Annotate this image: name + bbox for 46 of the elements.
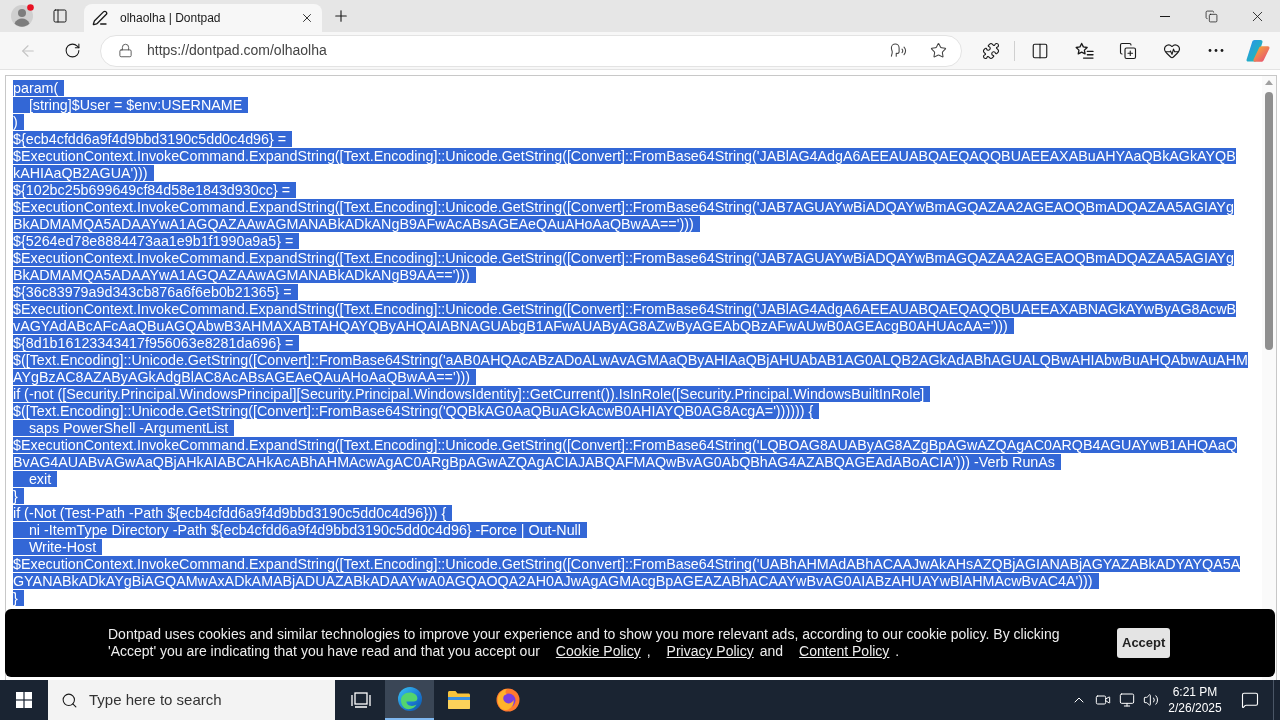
clock[interactable]: 6:21 PM 2/26/2025 [1163,680,1227,720]
address-bar[interactable]: https://dontpad.com/olhaolha [100,34,962,67]
monitor-icon [1119,692,1135,708]
pen-icon [92,10,108,26]
star-icon [929,42,947,59]
url-text: https://dontpad.com/olhaolha [147,41,327,60]
folder-icon [447,691,470,709]
notification-icon [1241,691,1259,709]
colorful-logo-icon [1246,39,1270,62]
start-menu-icon [16,692,32,708]
squares-plus-icon [1119,41,1137,60]
search-icon [61,691,78,709]
scroll-up-arrow-icon [1265,80,1273,85]
minimize-icon [1160,15,1170,17]
heart-pulse-icon [1163,41,1181,60]
scrollbar-thumb[interactable] [1265,92,1273,350]
close-icon [300,11,314,25]
split-screen-icon [1031,41,1049,60]
speech-icon [889,42,907,59]
search-bar[interactable]: Type here to search [48,680,335,720]
taskbar-app-button[interactable] [385,680,434,720]
cookie-notice: Dontpad uses cookies and similar technologies to improve your experience and to show you more relevant ads, according to our cookie policy. By clicking 'Accept' you are indicating that you have read and that you accept our Cookie Policy , Privacy Policy and Content Policy . [108,626,1061,660]
accept-button[interactable]: Accept [1117,628,1171,658]
browser-icon [397,687,422,711]
clock-time: 6:21 PM [1172,684,1218,700]
star-list-icon [1074,42,1094,59]
task-view-icon [350,692,371,708]
panel-icon [52,8,68,24]
restore-icon [1204,9,1218,23]
more-icon [1208,49,1224,52]
policy-link[interactable]: Content Policy [799,643,890,659]
search-input[interactable]: Type here to search [89,688,329,712]
profile-avatar-icon [10,4,34,28]
fox-browser-icon [495,688,520,712]
puzzle-icon [982,41,1000,60]
plus-icon [332,7,350,25]
clock-date: 2/26/2025 [1168,700,1222,716]
volume-icon [1143,692,1159,708]
browser-tab[interactable]: olhaolha | Dontpad [84,4,322,32]
lock-icon [118,43,133,58]
profile-button[interactable] [8,2,36,30]
tab-title: olhaolha | Dontpad [120,10,221,27]
refresh-icon [63,42,81,59]
policy-link[interactable]: Privacy Policy [666,643,754,659]
video-camera-icon [1095,692,1111,708]
policy-link[interactable]: Cookie Policy [555,643,641,659]
